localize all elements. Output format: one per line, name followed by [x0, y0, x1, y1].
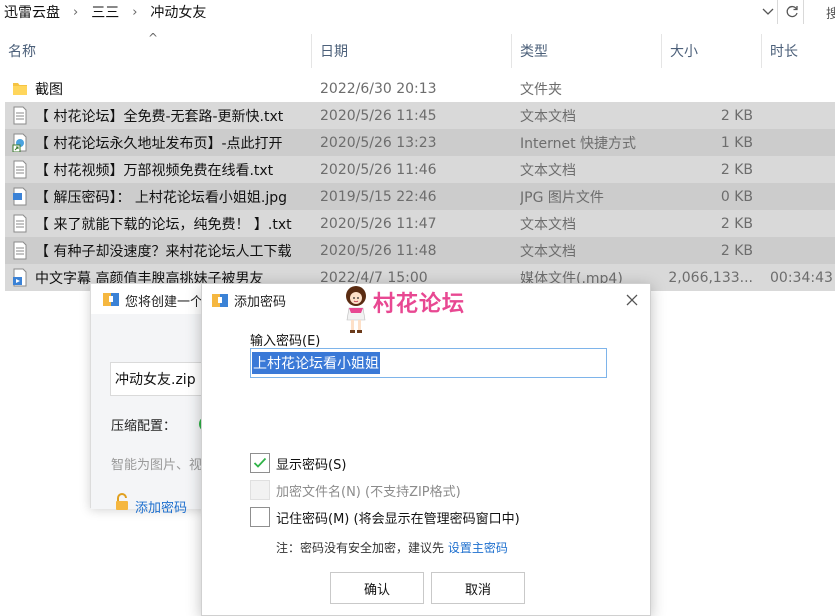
file-row[interactable]: 截图 2022/6/30 20:13 文件夹 [5, 75, 835, 102]
file-size: 2 KB [720, 161, 753, 178]
password-input[interactable]: 上村花论坛看小姐姐 [250, 348, 607, 378]
file-name: 【 来了就能下载的论坛，纯免费！ 】.txt [35, 216, 292, 233]
file-date: 2020/5/26 11:47 [320, 215, 437, 232]
file-name: 截图 [35, 81, 63, 98]
file-row[interactable]: 【 村花论坛永久地址发布页】-点此打开 2020/5/26 13:23 Inte… [5, 129, 835, 156]
add-password-link[interactable]: 添加密码 [135, 497, 187, 516]
chevron-down-icon[interactable] [758, 2, 778, 22]
column-header-duration[interactable]: 时长 [762, 34, 835, 68]
breadcrumb-item[interactable]: 冲动女友 [150, 2, 206, 22]
refresh-icon[interactable] [780, 0, 804, 24]
file-size: 2,066,133... [668, 269, 753, 286]
password-label: 输入密码(E) [250, 334, 321, 349]
file-type: Internet 快捷方式 [520, 135, 637, 152]
column-header-duration-label: 时长 [770, 44, 798, 60]
file-name: 【 村花视频】万部视频免费在线看.txt [35, 162, 274, 179]
file-duration: 00:34:43 [770, 269, 833, 286]
shortcut-icon [12, 133, 28, 153]
file-type: 文本文档 [520, 108, 576, 125]
file-row[interactable]: 【 村花论坛】全免费-无套路-更新快.txt 2020/5/26 11:45 文… [5, 102, 835, 129]
file-size: 2 KB [720, 242, 753, 259]
archive-app-icon [102, 291, 120, 311]
encrypt-filenames-option: 加密文件名(N) (不支持ZIP格式) [250, 479, 461, 501]
column-headers: 名称 ^ 日期 类型 大小 时长 [0, 31, 835, 68]
confirm-button[interactable]: 确认 [330, 572, 424, 604]
column-header-name-label: 名称 [8, 44, 36, 60]
address-bar: 迅雷云盘 › 三三 › 冲动女友 搜 [0, 0, 835, 24]
cancel-button[interactable]: 取消 [431, 572, 525, 604]
remember-password-option[interactable]: 记住密码(M) (将会显示在管理密码窗口中) [250, 506, 520, 528]
breadcrumb[interactable]: 迅雷云盘 › 三三 › 冲动女友 [0, 0, 778, 24]
file-name: 【 解压密码】： 上村花论坛看小姐姐.jpg [35, 189, 288, 206]
compress-config-label: 压缩配置： [111, 419, 177, 434]
file-date: 2020/5/26 11:48 [320, 242, 437, 259]
media-file-icon [12, 268, 28, 287]
column-header-size[interactable]: 大小 [662, 34, 762, 68]
show-password-option[interactable]: 显示密码(S) [250, 452, 346, 474]
file-type: 文本文档 [520, 162, 576, 179]
encrypt-filenames-label: 加密文件名(N) (不支持ZIP格式) [276, 484, 461, 500]
file-row[interactable]: 【 来了就能下载的论坛，纯免费！ 】.txt 2020/5/26 11:47 文… [5, 210, 835, 237]
search-box-label: 搜 [826, 6, 835, 22]
security-note: 注：密码没有安全加密，建议先 设置主密码 [276, 539, 508, 556]
set-master-password-link[interactable]: 设置主密码 [448, 541, 508, 555]
file-row[interactable]: 【 解压密码】： 上村花论坛看小姐姐.jpg 2019/5/15 22:46 J… [5, 183, 835, 210]
file-date: 2019/5/15 22:46 [320, 188, 437, 205]
image-file-icon [12, 187, 28, 206]
file-size: 0 KB [720, 188, 753, 205]
encrypt-filenames-checkbox [250, 480, 270, 500]
add-password-dialog: 添加密码 村花论坛 输入密码(E) 上村花论坛看小姐姐 显示密码(S) 加密文件… [201, 283, 651, 616]
security-note-text: 注：密码没有安全加密，建议先 [276, 541, 445, 555]
file-name: 【 有种子却没速度？来村花论坛人工下载 [35, 243, 292, 260]
text-file-icon [12, 160, 28, 179]
remember-password-checkbox[interactable] [250, 507, 270, 527]
file-type: 文件夹 [520, 81, 562, 98]
password-value: 上村花论坛看小姐姐 [252, 352, 380, 374]
file-size: 2 KB [720, 215, 753, 232]
file-date: 2020/5/26 11:46 [320, 161, 437, 178]
girl-mascot-icon [343, 284, 369, 338]
archive-filename-input[interactable]: 冲动女友.zip [110, 362, 210, 396]
column-header-date-label: 日期 [320, 44, 348, 60]
text-file-icon [12, 106, 28, 125]
file-date: 2020/5/26 13:23 [320, 134, 437, 151]
file-row[interactable]: 【 村花视频】万部视频免费在线看.txt 2020/5/26 11:46 文本文… [5, 156, 835, 183]
text-file-icon [12, 214, 28, 233]
chevron-right-icon: › [132, 4, 138, 20]
dialog-title: 添加密码 [234, 295, 287, 310]
show-password-label: 显示密码(S) [276, 457, 347, 473]
column-header-size-label: 大小 [670, 44, 698, 60]
file-name: 【 村花论坛永久地址发布页】-点此打开 [35, 135, 283, 152]
file-date: 2022/6/30 20:13 [320, 80, 437, 97]
breadcrumb-item[interactable]: 迅雷云盘 [4, 2, 60, 22]
show-password-checkbox[interactable] [250, 453, 270, 473]
brand-watermark: 村花论坛 [373, 292, 466, 317]
lock-icon [113, 493, 131, 515]
file-type: 文本文档 [520, 243, 576, 260]
file-size: 2 KB [720, 107, 753, 124]
file-date: 2020/5/26 11:45 [320, 107, 437, 124]
column-header-type-label: 类型 [520, 44, 548, 60]
text-file-icon [12, 241, 28, 260]
sort-ascending-icon: ^ [148, 31, 159, 45]
close-icon[interactable] [624, 292, 640, 308]
column-header-date[interactable]: 日期 [312, 34, 512, 68]
archive-app-icon [211, 292, 229, 312]
chevron-right-icon: › [73, 4, 79, 20]
file-type: 文本文档 [520, 216, 576, 233]
search-box[interactable]: 搜 [806, 0, 835, 24]
remember-password-label: 记住密码(M) (将会显示在管理密码窗口中) [276, 511, 520, 527]
column-header-type[interactable]: 类型 [512, 34, 662, 68]
file-size: 1 KB [720, 134, 753, 151]
file-name: 【 村花论坛】全免费-无套路-更新快.txt [35, 108, 284, 125]
breadcrumb-item[interactable]: 三三 [91, 2, 119, 22]
folder-icon [12, 79, 28, 98]
file-type: JPG 图片文件 [520, 189, 604, 206]
file-row[interactable]: 【 有种子却没速度？来村花论坛人工下载 2020/5/26 11:48 文本文档… [5, 237, 835, 264]
